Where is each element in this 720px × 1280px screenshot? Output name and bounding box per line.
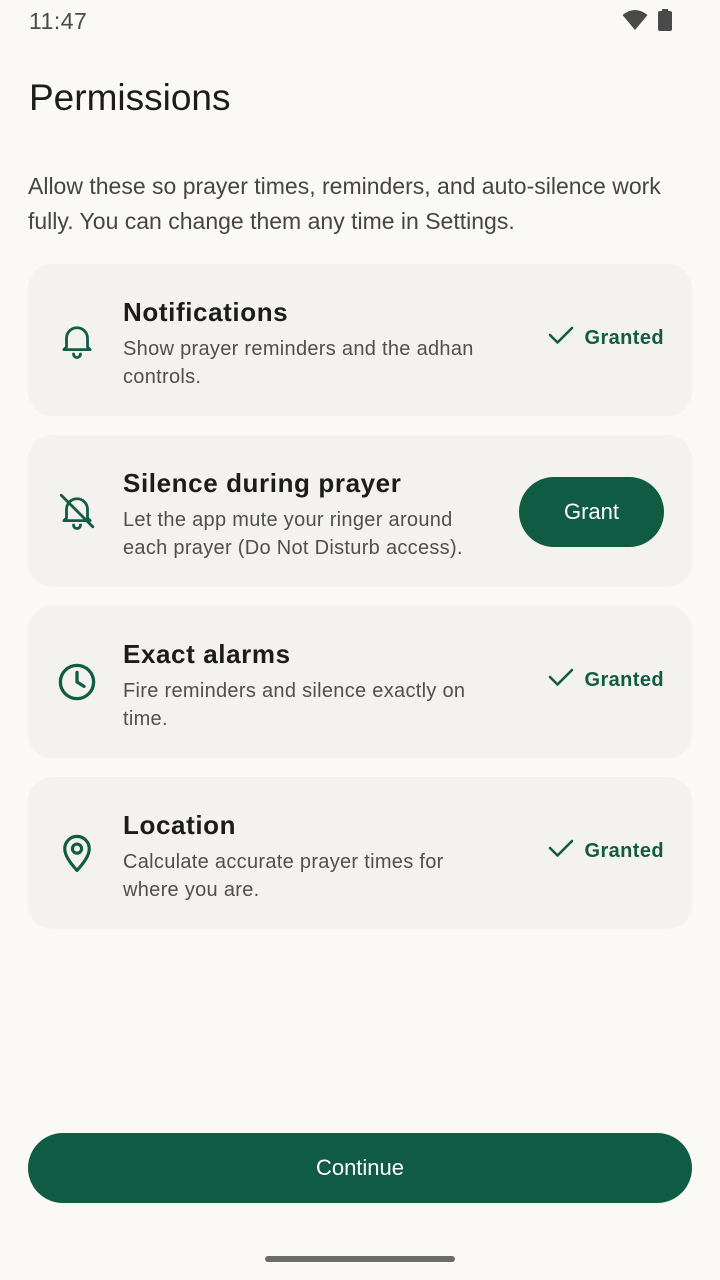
granted-status: Granted [548,838,664,864]
permissions-screen: 11:47 Permissions Allow these so prayer … [0,0,720,1280]
card-text: Silence during prayer Let the app mute y… [123,467,503,562]
status-bar: 11:47 [0,0,720,40]
granted-label: Granted [584,839,664,862]
card-title: Silence during prayer [123,468,402,498]
bell-icon [56,319,98,361]
check-icon [548,667,574,693]
wifi-icon [622,10,648,35]
card-text: Exact alarms Fire reminders and silence … [123,638,503,733]
granted-label: Granted [584,326,664,349]
location-pin-icon [56,832,98,874]
gesture-nav-handle[interactable] [265,1256,455,1262]
status-time: 11:47 [29,8,88,34]
card-title: Location [123,810,237,840]
granted-label: Granted [584,668,664,691]
permission-card-notifications: Notifications Show prayer reminders and … [28,264,692,416]
permission-card-silence: Silence during prayer Let the app mute y… [28,435,692,587]
battery-icon [658,9,672,36]
bell-off-icon [56,490,98,532]
card-title: Notifications [123,297,289,327]
permission-card-location: Location Calculate accurate prayer times… [28,777,692,929]
card-text: Notifications Show prayer reminders and … [123,296,503,391]
granted-status: Granted [548,667,664,693]
intro-text: Allow these so prayer times, reminders, … [28,173,661,234]
continue-button[interactable]: Continue [28,1133,692,1203]
check-icon [548,838,574,864]
card-description: Calculate accurate prayer times for wher… [123,851,444,901]
card-description: Show prayer reminders and the adhan cont… [123,338,474,388]
status-icons [622,9,672,36]
clock-icon [56,661,98,703]
permission-card-exact-alarms: Exact alarms Fire reminders and silence … [28,606,692,758]
card-description: Fire reminders and silence exactly on ti… [123,680,466,730]
grant-button[interactable]: Grant [519,477,664,547]
page-title: Permissions [29,77,231,118]
card-description: Let the app mute your ringer around each… [123,509,463,559]
card-text: Location Calculate accurate prayer times… [123,809,503,904]
check-icon [548,325,574,351]
granted-status: Granted [548,325,664,351]
card-title: Exact alarms [123,639,291,669]
